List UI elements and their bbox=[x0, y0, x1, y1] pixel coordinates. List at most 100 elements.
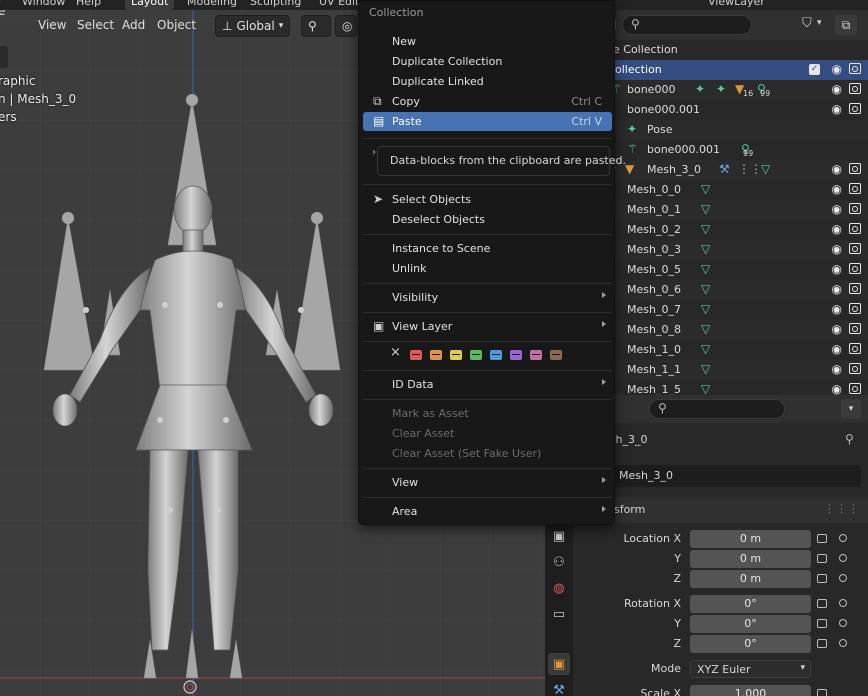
camera-icon[interactable] bbox=[849, 243, 861, 254]
object-name-field[interactable]: Mesh_3_0 bbox=[609, 465, 861, 487]
location-y-field[interactable]: 0 m bbox=[690, 550, 811, 568]
lock-icon[interactable] bbox=[817, 574, 827, 583]
eye-icon[interactable]: ◉ bbox=[832, 342, 842, 356]
color-tag-7-icon[interactable] bbox=[530, 350, 542, 360]
keyframe-dot-icon[interactable] bbox=[839, 554, 847, 562]
lock-icon[interactable] bbox=[817, 599, 827, 608]
render-layers-icon[interactable]: ▣ bbox=[548, 525, 570, 547]
menu-view[interactable]: View bbox=[38, 18, 66, 32]
menu-item-new[interactable]: New bbox=[363, 32, 612, 51]
tab-sculpting[interactable]: Sculpting bbox=[244, 0, 307, 10]
camera-icon[interactable] bbox=[849, 63, 861, 74]
color-tag-2-icon[interactable] bbox=[430, 350, 442, 360]
menu-add[interactable]: Add bbox=[122, 18, 145, 32]
checkbox-icon[interactable]: ✓ bbox=[809, 64, 820, 75]
menu-item-clear-asset[interactable]: Clear Asset bbox=[363, 424, 612, 443]
color-tag-3-icon[interactable] bbox=[450, 350, 462, 360]
scene-icon[interactable]: ⚇ bbox=[548, 551, 570, 573]
transform-panel-header[interactable]: nsform ⋮⋮⋮ bbox=[573, 497, 868, 523]
keyframe-dot-icon[interactable] bbox=[839, 599, 847, 607]
eye-icon[interactable]: ◉ bbox=[832, 242, 842, 256]
menu-window[interactable]: Window bbox=[22, 0, 65, 8]
menu-item-area[interactable]: Area bbox=[363, 502, 612, 521]
eye-icon[interactable]: ◉ bbox=[832, 162, 842, 176]
camera-icon[interactable] bbox=[849, 103, 861, 114]
menu-edit-partial[interactable]: e bbox=[0, 0, 1, 8]
camera-icon[interactable] bbox=[849, 283, 861, 294]
camera-icon[interactable] bbox=[849, 323, 861, 334]
camera-icon[interactable] bbox=[849, 223, 861, 234]
eye-icon[interactable]: ◉ bbox=[832, 82, 842, 96]
object-icon[interactable]: ▣ bbox=[548, 653, 570, 675]
camera-icon[interactable] bbox=[849, 83, 861, 94]
color-tag-4-icon[interactable] bbox=[470, 350, 482, 360]
rotation-y-field[interactable]: 0° bbox=[690, 615, 811, 633]
menu-item-paste[interactable]: ▤ Paste Ctrl V bbox=[363, 112, 612, 131]
collection-icon[interactable]: ▭ bbox=[548, 603, 570, 625]
camera-icon[interactable] bbox=[849, 343, 861, 354]
orientation-dropdown[interactable]: ⊥ Global ▾ bbox=[215, 15, 291, 37]
menu-item-mark-as-asset[interactable]: Mark as Asset bbox=[363, 404, 612, 423]
lock-icon[interactable] bbox=[817, 639, 827, 648]
camera-icon[interactable] bbox=[849, 263, 861, 274]
rotation-mode-dropdown[interactable]: XYZ Euler ▾ bbox=[690, 660, 811, 678]
menu-item-duplicate-collection[interactable]: Duplicate Collection bbox=[363, 52, 612, 71]
scale-x-field[interactable]: 1.000 bbox=[690, 685, 811, 696]
new-collection-icon[interactable]: ⧉ bbox=[835, 15, 857, 35]
tab-layout[interactable]: Layout bbox=[125, 0, 175, 10]
toolbar-toggle[interactable] bbox=[0, 46, 8, 68]
keyframe-dot-icon[interactable] bbox=[839, 574, 847, 582]
proportional-edit-button[interactable]: ◎ bbox=[335, 15, 357, 37]
menu-item-unlink[interactable]: Unlink bbox=[363, 259, 612, 278]
view-layer-name[interactable]: ViewLayer bbox=[708, 0, 765, 8]
pin-icon[interactable]: ⚲ bbox=[845, 432, 854, 446]
location-z-field[interactable]: 0 m bbox=[690, 570, 811, 588]
menu-select[interactable]: Select bbox=[77, 18, 114, 32]
lock-icon[interactable] bbox=[817, 689, 827, 696]
drag-handle-icon[interactable]: ⋮⋮⋮ bbox=[824, 502, 860, 515]
lock-icon[interactable] bbox=[817, 534, 827, 543]
eye-icon[interactable]: ◉ bbox=[832, 362, 842, 376]
keyframe-dot-icon[interactable] bbox=[839, 639, 847, 647]
eye-icon[interactable]: ◉ bbox=[832, 382, 842, 395]
menu-item-instance-to-scene[interactable]: Instance to Scene bbox=[363, 239, 612, 258]
properties-search-input[interactable]: ⚲ bbox=[649, 399, 785, 419]
eye-icon[interactable]: ◉ bbox=[832, 222, 842, 236]
eye-icon[interactable]: ◉ bbox=[832, 282, 842, 296]
camera-icon[interactable] bbox=[849, 163, 861, 174]
menu-item-duplicate-linked[interactable]: Duplicate Linked bbox=[363, 72, 612, 91]
keyframe-dot-icon[interactable] bbox=[839, 619, 847, 627]
menu-item-visibility[interactable]: Visibility bbox=[363, 288, 612, 307]
eye-icon[interactable]: ◉ bbox=[832, 62, 842, 76]
color-tag-6-icon[interactable] bbox=[510, 350, 522, 360]
menu-item-deselect-objects[interactable]: Deselect Objects bbox=[363, 210, 612, 229]
color-tag-1-icon[interactable] bbox=[410, 350, 422, 360]
camera-icon[interactable] bbox=[849, 203, 861, 214]
tab-modeling[interactable]: Modeling bbox=[181, 0, 243, 10]
rotation-x-field[interactable]: 0° bbox=[690, 595, 811, 613]
filter-icon[interactable]: ⛉ bbox=[802, 16, 812, 31]
keyframe-dot-icon[interactable] bbox=[839, 534, 847, 542]
filter-chevron-down-icon[interactable]: ▾ bbox=[817, 18, 822, 28]
eye-icon[interactable]: ◉ bbox=[832, 262, 842, 276]
eye-icon[interactable]: ◉ bbox=[832, 102, 842, 116]
menu-object[interactable]: Object bbox=[157, 18, 196, 32]
editor-type-partial[interactable]: e bbox=[0, 10, 5, 18]
rotation-z-field[interactable]: 0° bbox=[690, 635, 811, 653]
menu-item-view[interactable]: View bbox=[363, 473, 612, 492]
camera-icon[interactable] bbox=[849, 383, 861, 394]
camera-icon[interactable] bbox=[849, 303, 861, 314]
menu-item-copy[interactable]: ⧉ Copy Ctrl C bbox=[363, 92, 612, 111]
menu-help[interactable]: Help bbox=[76, 0, 101, 8]
menu-item-clear-asset-fake-user[interactable]: Clear Asset (Set Fake User) bbox=[363, 444, 612, 463]
wrench-icon[interactable]: ⚒ bbox=[548, 679, 570, 696]
camera-icon[interactable] bbox=[849, 183, 861, 194]
world-icon[interactable]: ◍ bbox=[548, 577, 570, 599]
eye-icon[interactable]: ◉ bbox=[832, 322, 842, 336]
menu-item-view-layer[interactable]: ▣ View Layer bbox=[363, 317, 612, 336]
pivot-dropdown[interactable]: ⚲ bbox=[301, 15, 331, 37]
lock-icon[interactable] bbox=[817, 554, 827, 563]
clear-color-tag-icon[interactable]: × bbox=[390, 345, 401, 360]
location-x-field[interactable]: 0 m bbox=[690, 530, 811, 548]
lock-icon[interactable] bbox=[817, 619, 827, 628]
